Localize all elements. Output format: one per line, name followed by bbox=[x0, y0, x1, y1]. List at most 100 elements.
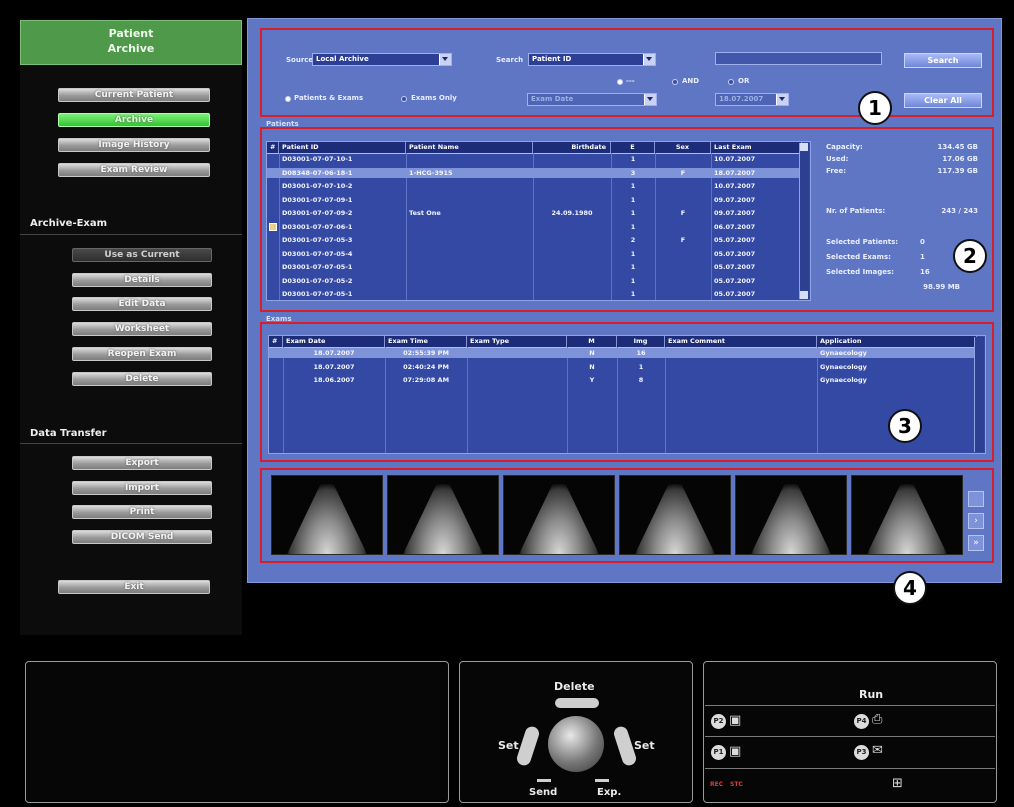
table-cell bbox=[467, 375, 567, 385]
table-row[interactable]: D03001-07-07-06-1 1 06.07.2007 bbox=[267, 222, 802, 232]
table-cell bbox=[655, 276, 711, 286]
table-cell: 18.07.2007 bbox=[313, 362, 355, 371]
col-header[interactable]: Exam Comment bbox=[665, 336, 817, 347]
table-cell: 1 bbox=[638, 362, 644, 371]
export-button[interactable]: Export bbox=[72, 456, 212, 470]
table-row[interactable]: D03001-07-07-05-4 1 05.07.2007 bbox=[267, 249, 802, 259]
table-cell: 05.07.2007 bbox=[714, 276, 756, 285]
col-header[interactable]: # bbox=[269, 336, 283, 347]
clear-all-button[interactable]: Clear All bbox=[904, 93, 982, 108]
thumb-prev-button[interactable] bbox=[968, 491, 984, 507]
folder-icon bbox=[269, 222, 277, 231]
data-transfer-heading: Data Transfer bbox=[30, 428, 107, 439]
ultrasound-thumbnail[interactable] bbox=[851, 475, 963, 555]
col-header[interactable]: Birthdate bbox=[533, 142, 611, 153]
print-button[interactable]: Print bbox=[72, 505, 212, 519]
table-cell bbox=[655, 289, 711, 299]
table-row[interactable]: D03001-07-07-05-2 1 05.07.2007 bbox=[267, 276, 802, 286]
col-header[interactable]: Sex bbox=[655, 142, 711, 153]
logic-or-radio[interactable] bbox=[728, 79, 734, 85]
date-value-picker[interactable]: 18.07.2007 bbox=[715, 93, 789, 106]
ultrasound-thumbnail[interactable] bbox=[503, 475, 615, 555]
p1-key[interactable]: P1 bbox=[711, 745, 726, 760]
ultrasound-thumbnail[interactable] bbox=[735, 475, 847, 555]
edit-data-button[interactable]: Edit Data bbox=[72, 297, 212, 311]
exams-only-label: Exams Only bbox=[411, 94, 457, 102]
col-header[interactable]: Exam Time bbox=[385, 336, 467, 347]
p3-key[interactable]: P3 bbox=[854, 745, 869, 760]
table-cell bbox=[467, 348, 567, 358]
image-history-button[interactable]: Image History bbox=[58, 138, 210, 152]
ultrasound-thumbnail[interactable] bbox=[271, 475, 383, 555]
set-left-key[interactable] bbox=[515, 724, 541, 768]
table-row[interactable]: D03001-07-07-05-3 2 F 05.07.2007 bbox=[267, 235, 802, 245]
exam-review-button[interactable]: Exam Review bbox=[58, 163, 210, 177]
import-button[interactable]: Import bbox=[72, 481, 212, 495]
col-header[interactable]: Img bbox=[617, 336, 665, 347]
search-input[interactable] bbox=[715, 52, 882, 65]
table-row[interactable]: D03001-07-07-09-1 1 09.07.2007 bbox=[267, 195, 802, 205]
table-cell: Gynaecology bbox=[820, 376, 867, 384]
col-header[interactable]: M bbox=[567, 336, 617, 347]
thumb-next-button[interactable]: › bbox=[968, 513, 984, 529]
p2-key[interactable]: P2 bbox=[711, 714, 726, 729]
details-button[interactable]: Details bbox=[72, 273, 212, 287]
scroll-down-icon[interactable] bbox=[800, 291, 808, 299]
table-row[interactable]: D03001-07-07-10-1 1 10.07.2007 bbox=[267, 154, 802, 164]
patients-scrollbar[interactable] bbox=[799, 143, 809, 299]
table-row[interactable]: 18.06.2007 07:29:08 AM Y 8 Gynaecology bbox=[269, 375, 977, 385]
archive-exam-heading: Archive-Exam bbox=[30, 218, 108, 229]
table-row[interactable]: 18.07.2007 02:40:24 PM N 1 Gynaecology bbox=[269, 362, 977, 372]
ultrasound-thumbnail[interactable] bbox=[619, 475, 731, 555]
table-cell: 18.07.2007 bbox=[714, 168, 756, 177]
dicom-send-button[interactable]: DICOM Send bbox=[72, 530, 212, 544]
col-header[interactable]: # bbox=[267, 142, 279, 153]
table-row[interactable]: D03001-07-07-05-1 1 05.07.2007 bbox=[267, 289, 802, 299]
chevron-down-icon bbox=[643, 54, 655, 65]
p4-key[interactable]: P4 bbox=[854, 714, 869, 729]
col-header[interactable]: Patient ID bbox=[279, 142, 406, 153]
table-cell bbox=[533, 235, 611, 245]
source-dropdown[interactable]: Local Archive bbox=[312, 53, 452, 66]
delete-key[interactable] bbox=[555, 698, 599, 708]
send-key[interactable] bbox=[537, 779, 551, 782]
col-header[interactable]: Application bbox=[817, 336, 977, 347]
exams-scrollbar[interactable] bbox=[974, 337, 984, 452]
use-as-current-button[interactable]: Use as Current bbox=[72, 248, 212, 262]
table-row[interactable]: D03001-07-07-09-2 Test One 24.09.1980 1 F 09.… bbox=[267, 208, 802, 218]
delete-button[interactable]: Delete bbox=[72, 372, 212, 386]
table-row[interactable]: 18.07.2007 02:55:39 PM N 16 Gynaecology bbox=[269, 348, 977, 358]
col-header[interactable]: Patient Name bbox=[406, 142, 533, 153]
ultrasound-thumbnail[interactable] bbox=[387, 475, 499, 555]
exit-button[interactable]: Exit bbox=[58, 580, 210, 594]
patients-exams-radio[interactable] bbox=[285, 96, 291, 102]
trackball[interactable] bbox=[548, 716, 604, 772]
table-cell: 18.06.2007 bbox=[313, 376, 355, 384]
exp-key[interactable] bbox=[595, 779, 609, 782]
search-field-dropdown[interactable]: Patient ID bbox=[528, 53, 656, 66]
exams-only-radio[interactable] bbox=[401, 96, 407, 102]
search-field-value: Patient ID bbox=[532, 55, 572, 63]
col-header[interactable]: Exam Type bbox=[467, 336, 567, 347]
worksheet-button[interactable]: Worksheet bbox=[72, 322, 212, 336]
table-row[interactable]: D03001-07-07-05-1 1 05.07.2007 bbox=[267, 262, 802, 272]
divider bbox=[20, 443, 242, 444]
table-cell: 05.07.2007 bbox=[714, 263, 756, 271]
date-field-dropdown[interactable]: Exam Date bbox=[527, 93, 657, 106]
thumb-last-button[interactable]: » bbox=[968, 535, 984, 551]
table-cell: F bbox=[680, 236, 686, 244]
archive-button[interactable]: Archive bbox=[58, 113, 210, 127]
col-header[interactable]: Exam Date bbox=[283, 336, 385, 347]
table-row[interactable]: D08348-07-06-18-1 1-HCG-3915 3 F 18.07.2007 bbox=[267, 167, 802, 178]
logic-and-radio[interactable] bbox=[672, 79, 678, 85]
search-button[interactable]: Search bbox=[904, 53, 982, 68]
col-header[interactable]: Last Exam bbox=[711, 142, 802, 153]
reopen-exam-button[interactable]: Reopen Exam bbox=[72, 347, 212, 361]
scroll-up-icon[interactable] bbox=[800, 143, 808, 151]
table-row[interactable]: D03001-07-07-10-2 1 10.07.2007 bbox=[267, 181, 802, 191]
logic-none-radio[interactable] bbox=[617, 79, 623, 85]
current-patient-button[interactable]: Current Patient bbox=[58, 88, 210, 102]
col-header[interactable]: E bbox=[611, 142, 655, 153]
table-cell: Y bbox=[589, 376, 595, 384]
table-cell: 1 bbox=[630, 209, 636, 217]
